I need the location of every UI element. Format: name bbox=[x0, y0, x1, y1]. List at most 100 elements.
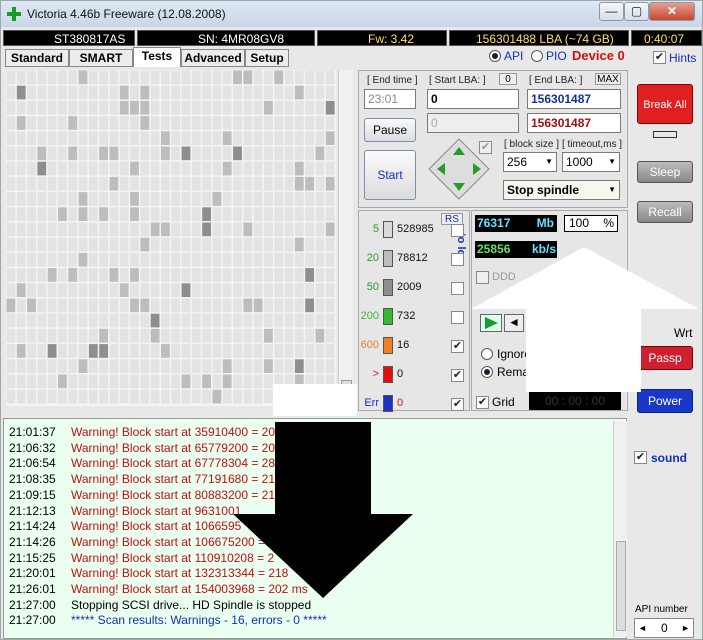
scan-block bbox=[161, 374, 170, 389]
scan-block bbox=[130, 192, 139, 206]
scan-block bbox=[109, 85, 119, 100]
log-scroll-thumb[interactable] bbox=[616, 541, 626, 631]
to-log-checkbox[interactable]: ✔ bbox=[451, 398, 464, 411]
scan-block bbox=[140, 328, 150, 343]
scan-block bbox=[222, 313, 232, 328]
scan-block bbox=[222, 131, 232, 145]
scan-block bbox=[284, 161, 294, 176]
scan-block bbox=[161, 116, 170, 130]
spindle-select[interactable]: Stop spindle bbox=[503, 180, 620, 200]
to-log-checkbox[interactable]: ✔ bbox=[451, 369, 464, 382]
scan-block bbox=[212, 100, 222, 115]
scan-block bbox=[6, 313, 16, 328]
log-scrollbar[interactable] bbox=[613, 421, 627, 637]
start-button[interactable]: Start bbox=[364, 150, 416, 200]
scan-block bbox=[78, 268, 88, 282]
end-time-field[interactable]: 23:01 bbox=[364, 89, 416, 109]
scan-block bbox=[315, 283, 325, 297]
scan-block bbox=[191, 268, 201, 282]
start-lba-field[interactable]: 0 bbox=[427, 89, 519, 109]
spin-down-icon[interactable]: ◄ bbox=[638, 619, 647, 637]
scan-block bbox=[88, 374, 98, 389]
pause-button[interactable]: Pause bbox=[364, 118, 416, 142]
scan-block bbox=[47, 85, 57, 100]
to-log-checkbox[interactable] bbox=[451, 253, 464, 266]
scan-block bbox=[181, 207, 191, 221]
power-button[interactable]: Power bbox=[637, 389, 693, 413]
scan-block bbox=[181, 161, 191, 176]
to-log-checkbox[interactable]: ✔ bbox=[451, 340, 464, 353]
scan-block bbox=[6, 359, 16, 373]
scan-block bbox=[119, 100, 129, 115]
log-time: 21:09:15 bbox=[9, 487, 56, 502]
scan-block bbox=[264, 283, 273, 297]
minimize-button[interactable]: — bbox=[599, 2, 624, 21]
timeout-select[interactable]: 1000 bbox=[562, 152, 620, 172]
to-log-checkbox[interactable] bbox=[451, 311, 464, 324]
scan-block bbox=[181, 359, 191, 373]
scan-block bbox=[16, 222, 26, 237]
grid-checkbox[interactable]: ✔ bbox=[476, 396, 489, 409]
scan-block bbox=[150, 100, 160, 115]
sound-checkbox[interactable]: ✔ bbox=[634, 451, 647, 464]
scan-block bbox=[78, 192, 88, 206]
scan-block bbox=[253, 359, 263, 373]
stat-count: 528985 bbox=[397, 223, 434, 235]
to-log-checkbox[interactable] bbox=[451, 282, 464, 295]
tab-tests[interactable]: Tests bbox=[133, 47, 181, 67]
tab-advanced[interactable]: Advanced bbox=[181, 49, 245, 67]
scan-block bbox=[78, 70, 88, 85]
scan-block bbox=[130, 70, 139, 85]
maximize-button[interactable]: ▢ bbox=[624, 2, 649, 21]
block-size-select[interactable]: 256 bbox=[503, 152, 557, 172]
grid-scrollbar[interactable] bbox=[338, 70, 353, 406]
end-lba-field[interactable]: 156301487 bbox=[527, 89, 621, 109]
api-number-spinner[interactable]: ◄ 0 ► bbox=[634, 618, 694, 638]
reverse-checkbox[interactable]: ✔ bbox=[479, 141, 492, 154]
tab-standard[interactable]: Standard bbox=[5, 49, 69, 67]
scan-block bbox=[243, 313, 253, 328]
scan-block bbox=[284, 146, 294, 161]
scan-block bbox=[58, 176, 67, 191]
close-button[interactable]: ✕ bbox=[649, 2, 695, 21]
hints-checkbox[interactable]: ✔ bbox=[653, 51, 666, 64]
scan-block bbox=[222, 85, 232, 100]
scan-block bbox=[119, 131, 129, 145]
scan-block bbox=[6, 389, 16, 404]
scan-block bbox=[305, 161, 314, 176]
scan-block bbox=[150, 374, 160, 389]
spin-up-icon[interactable]: ► bbox=[681, 619, 690, 637]
scan-block bbox=[191, 131, 201, 145]
start-lba-badge[interactable]: 0 bbox=[499, 73, 517, 85]
scan-block bbox=[202, 207, 211, 221]
scan-block bbox=[212, 237, 222, 252]
tab-setup[interactable]: Setup bbox=[245, 49, 289, 67]
recall-button[interactable]: Recall bbox=[637, 201, 693, 223]
scan-block bbox=[202, 176, 211, 191]
sleep-button[interactable]: Sleep bbox=[637, 161, 693, 183]
scan-block bbox=[6, 146, 16, 161]
stat-count: 732 bbox=[397, 310, 416, 322]
scan-block bbox=[202, 298, 211, 313]
scan-block bbox=[37, 85, 47, 100]
scan-block bbox=[37, 344, 47, 358]
to-log-checkbox[interactable] bbox=[451, 224, 464, 237]
scan-block bbox=[119, 207, 129, 221]
scan-block bbox=[161, 313, 170, 328]
scan-block bbox=[150, 207, 160, 221]
current-lba-field: 0 bbox=[427, 113, 519, 133]
end-lba-max-badge[interactable]: MAX bbox=[595, 73, 621, 85]
scan-block bbox=[68, 268, 78, 282]
scan-block bbox=[27, 146, 36, 161]
scan-block bbox=[264, 146, 273, 161]
api-radio[interactable] bbox=[489, 50, 501, 62]
scan-block bbox=[212, 192, 222, 206]
scan-block bbox=[6, 116, 16, 130]
break-all-button[interactable]: Break All bbox=[637, 84, 693, 124]
scan-block bbox=[150, 176, 160, 191]
scan-block bbox=[27, 283, 36, 297]
pio-radio[interactable] bbox=[531, 50, 543, 62]
scan-block bbox=[58, 283, 67, 297]
scan-block bbox=[212, 359, 222, 373]
tab-smart[interactable]: SMART bbox=[69, 49, 133, 67]
